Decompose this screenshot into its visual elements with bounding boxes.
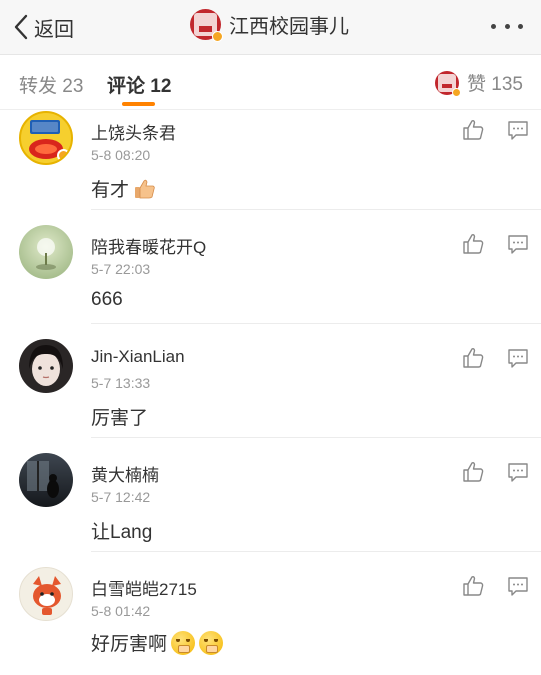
thumbs-up-icon[interactable]: [462, 347, 484, 369]
thumbs-up-icon[interactable]: [462, 461, 484, 483]
tab-comment[interactable]: 评论 12: [107, 71, 171, 98]
avatar-image: [29, 345, 63, 386]
reply-comment-icon[interactable]: [507, 575, 529, 597]
back-label: 返回: [34, 18, 74, 41]
reply-comment-icon[interactable]: [507, 347, 529, 369]
avatar-image: [27, 461, 59, 498]
comment-username[interactable]: Jin-XianLian: [91, 347, 185, 367]
tab-like[interactable]: 赞 135: [435, 69, 523, 97]
thumbs-up-icon[interactable]: [462, 119, 484, 141]
divider: [91, 323, 541, 324]
thumbs-up-icon[interactable]: [462, 575, 484, 597]
verified-badge-icon: [57, 149, 70, 162]
comment-list: 上饶头条君 5-8 08:20 有才 陪我春暖花开Q 5-7 22:03 666…: [0, 111, 541, 675]
divider: [91, 551, 541, 552]
avatar[interactable]: [19, 339, 73, 393]
comment-text: 让Lang: [91, 517, 152, 544]
comment-item: 陪我春暖花开Q 5-7 22:03 666: [0, 225, 541, 339]
comment-time: 5-8 01:42: [91, 603, 151, 619]
comment-text: 有才: [91, 175, 157, 202]
tab-repost[interactable]: 转发 23: [19, 71, 83, 98]
comment-text-value: 有才: [91, 180, 130, 201]
avatar[interactable]: [19, 225, 73, 279]
verified-badge-icon: [452, 87, 462, 97]
comment-item: 白雪皑皑2715 5-8 01:42 好厉害啊: [0, 567, 541, 675]
page-title: 江西校园事儿: [229, 16, 349, 38]
avatar[interactable]: [19, 111, 73, 165]
shocked-face-emoji-icon: [199, 630, 224, 655]
reply-comment-icon[interactable]: [507, 233, 529, 255]
comment-username[interactable]: 上饶头条君: [91, 119, 176, 144]
more-options-icon[interactable]: [491, 14, 523, 38]
comment-item: 上饶头条君 5-8 08:20 有才: [0, 111, 541, 225]
comment-text-value: 666: [91, 289, 123, 310]
top-nav-bar: 返回 江西校园事儿: [0, 0, 541, 55]
comment-time: 5-7 22:03: [91, 261, 151, 277]
reply-comment-icon[interactable]: [507, 461, 529, 483]
active-tab-indicator: [122, 102, 155, 106]
comment-username[interactable]: 陪我春暖花开Q: [91, 233, 206, 258]
thumbs-up-icon[interactable]: [462, 233, 484, 255]
comment-item: 黄大楠楠 5-7 12:42 让Lang: [0, 453, 541, 567]
comment-text: 666: [91, 289, 123, 311]
divider: [91, 437, 541, 438]
thumbs-up-emoji-icon: [135, 179, 155, 198]
like-count: 赞 135: [467, 74, 523, 95]
back-button[interactable]: 返回: [12, 12, 74, 42]
comment-text: 厉害了: [91, 403, 148, 430]
comment-username[interactable]: 黄大楠楠: [91, 461, 159, 486]
reply-comment-icon[interactable]: [507, 119, 529, 141]
comment-time: 5-7 13:33: [91, 375, 151, 391]
avatar-image: [33, 576, 61, 615]
account-header[interactable]: 江西校园事儿: [190, 9, 349, 42]
avatar[interactable]: [19, 567, 73, 621]
comment-time: 5-7 12:42: [91, 489, 151, 505]
avatar[interactable]: [19, 453, 73, 507]
verified-badge-icon: [212, 31, 223, 42]
comment-username[interactable]: 白雪皑皑2715: [91, 575, 197, 600]
comment-text-value: 让Lang: [91, 522, 153, 543]
avatar-image: [36, 238, 56, 270]
like-avatar: [435, 70, 462, 97]
comment-text: 好厉害啊: [91, 629, 224, 656]
divider: [91, 209, 541, 210]
comment-text-value: 好厉害啊: [91, 634, 168, 655]
comment-item: Jin-XianLian 5-7 13:33 厉害了: [0, 339, 541, 453]
account-logo: [190, 9, 223, 42]
comment-time: 5-8 08:20: [91, 147, 151, 163]
comment-text-value: 厉害了: [91, 408, 149, 429]
shocked-face-emoji-icon: [171, 630, 196, 655]
tab-bar: 转发 23 评论 12 赞 135: [0, 55, 541, 110]
chevron-left-icon: [14, 14, 28, 40]
